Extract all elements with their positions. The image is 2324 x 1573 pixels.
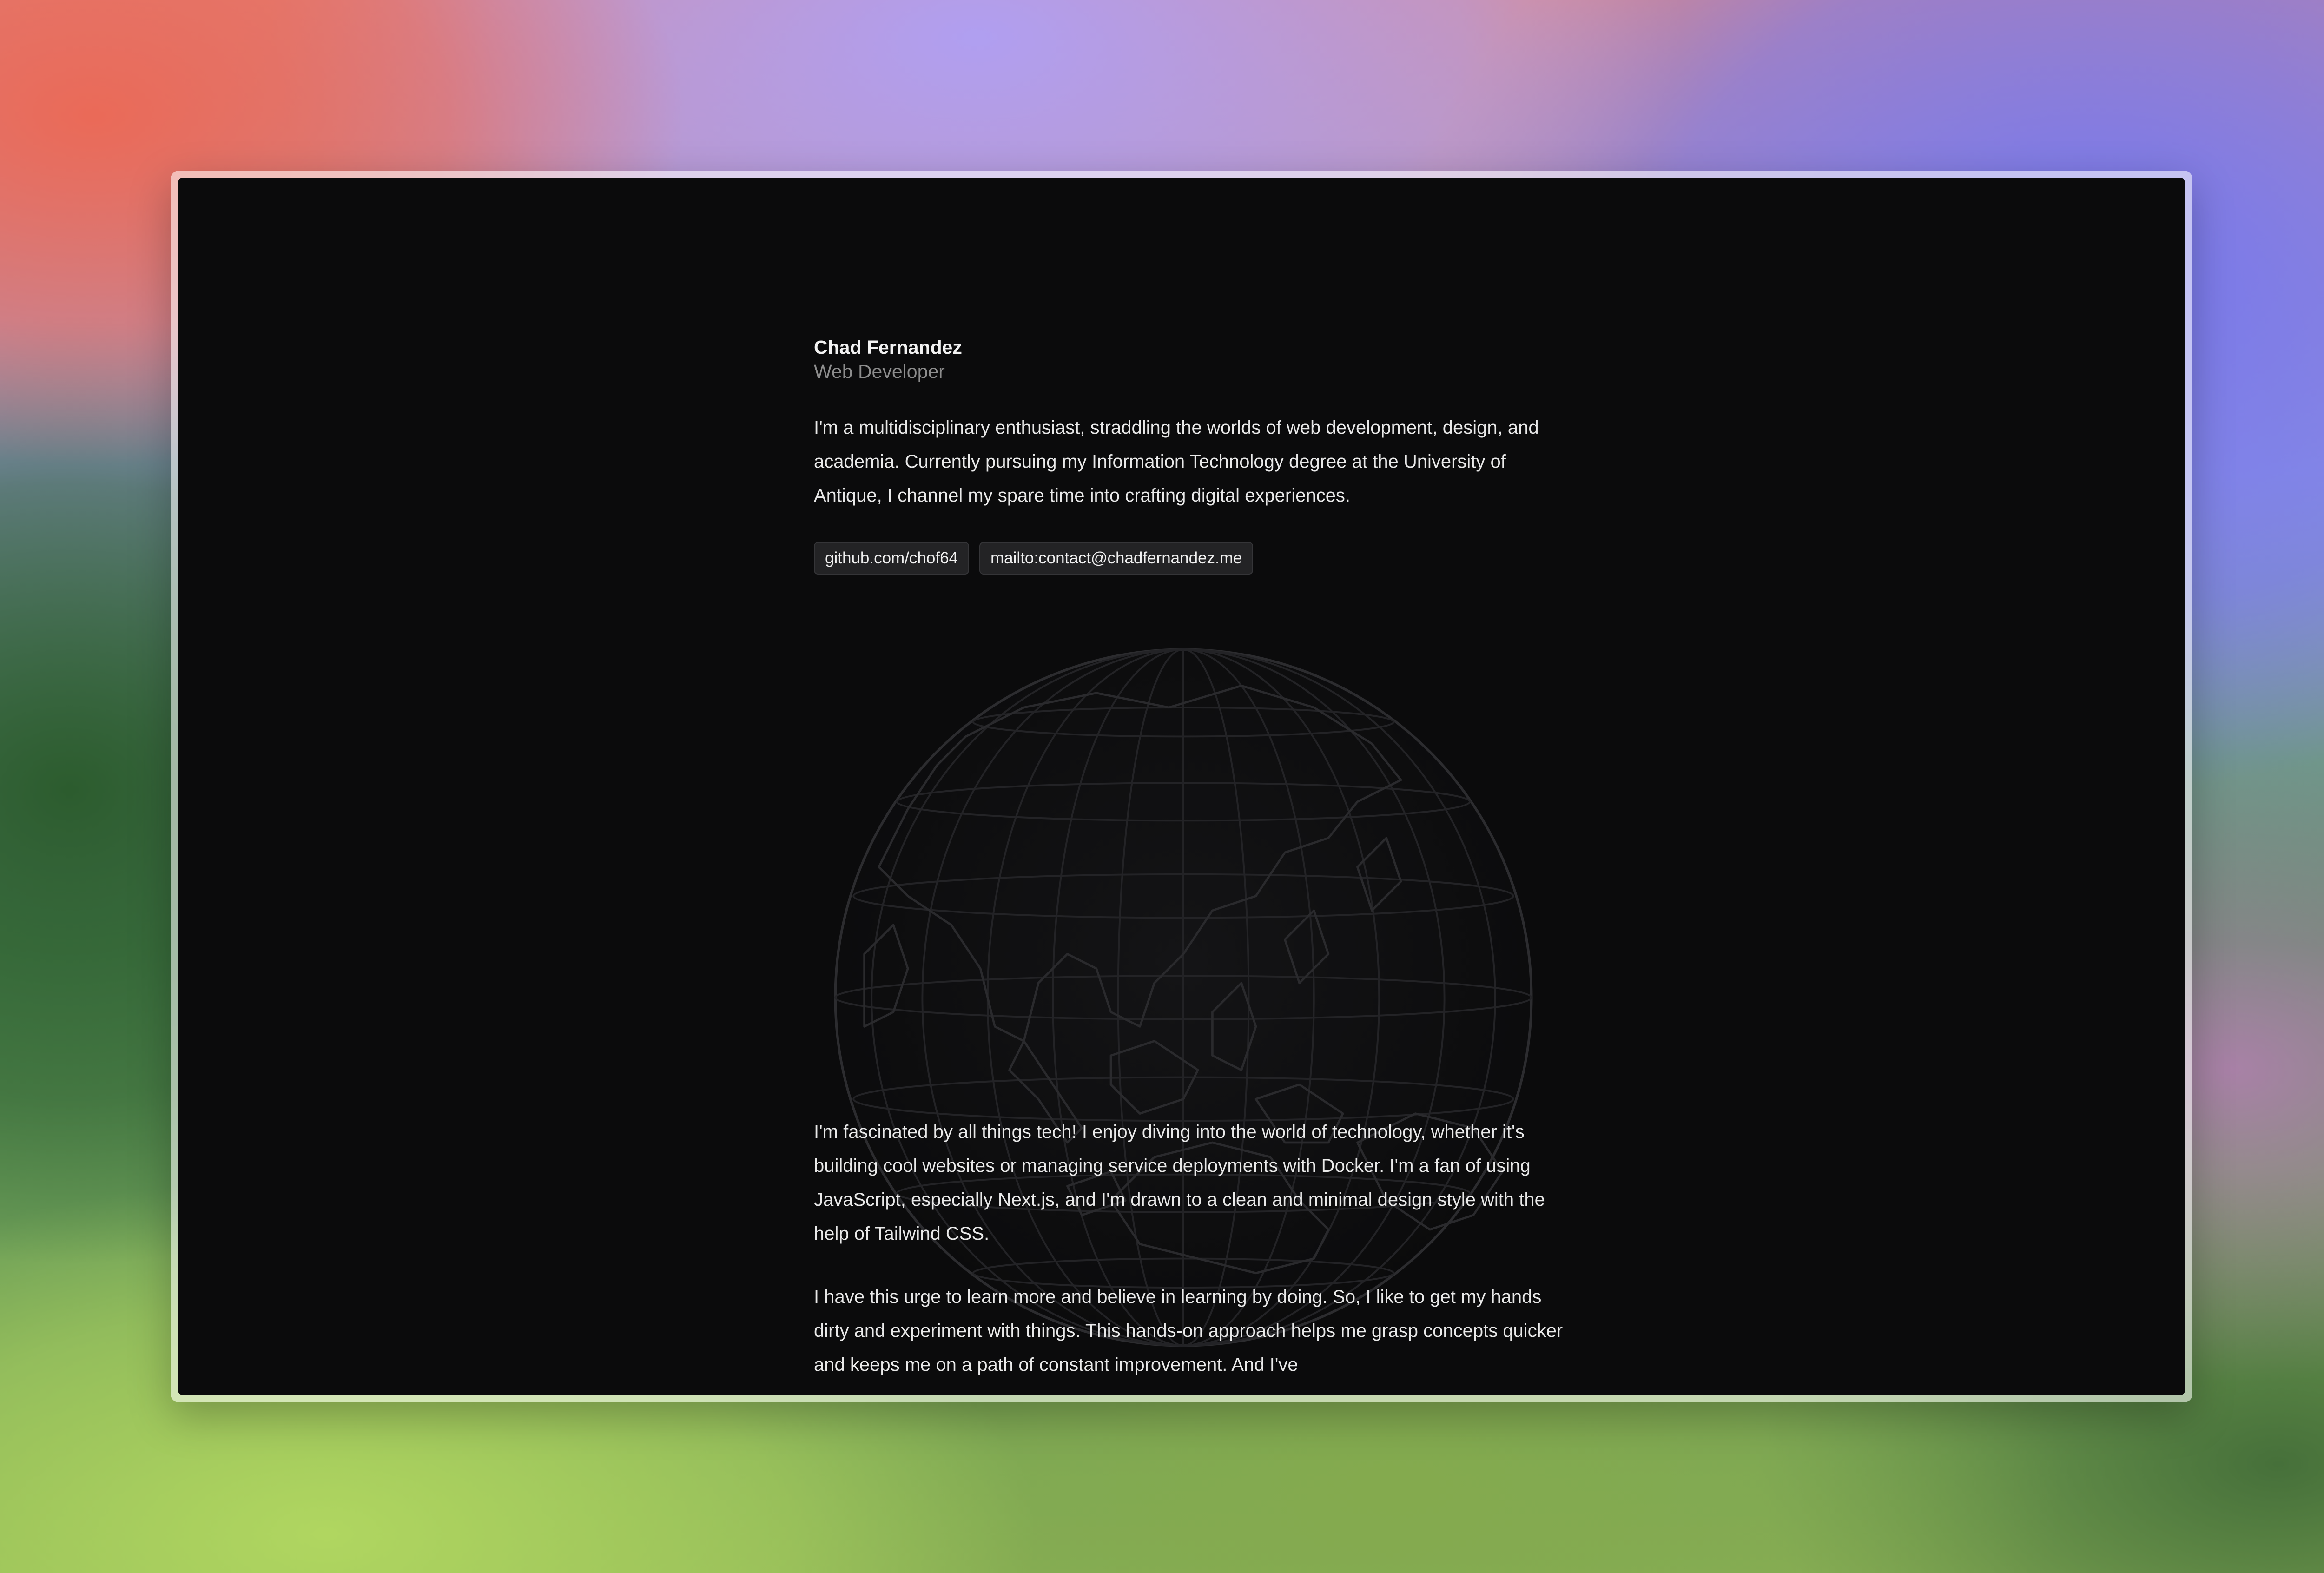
learning-paragraph: I have this urge to learn more and belie… xyxy=(814,1287,1563,1375)
profile-role: Web Developer xyxy=(814,361,945,382)
page-viewport[interactable]: Chad Fernandez Web Developer I'm a multi… xyxy=(178,178,2185,1395)
github-link[interactable]: github.com/chof64 xyxy=(814,542,970,575)
about-paragraph: I'm fascinated by all things tech! I enj… xyxy=(814,1122,1545,1244)
profile-name: Chad Fernandez xyxy=(814,337,962,358)
email-link[interactable]: mailto:contact@chadfernandez.me xyxy=(979,542,1254,575)
globe-icon xyxy=(834,648,1533,1347)
intro-paragraph: I'm a multidisciplinary enthusiast, stra… xyxy=(814,417,1539,506)
browser-window: Chad Fernandez Web Developer I'm a multi… xyxy=(171,171,2192,1402)
link-list: github.com/chof64 mailto:contact@chadfer… xyxy=(814,542,1254,575)
